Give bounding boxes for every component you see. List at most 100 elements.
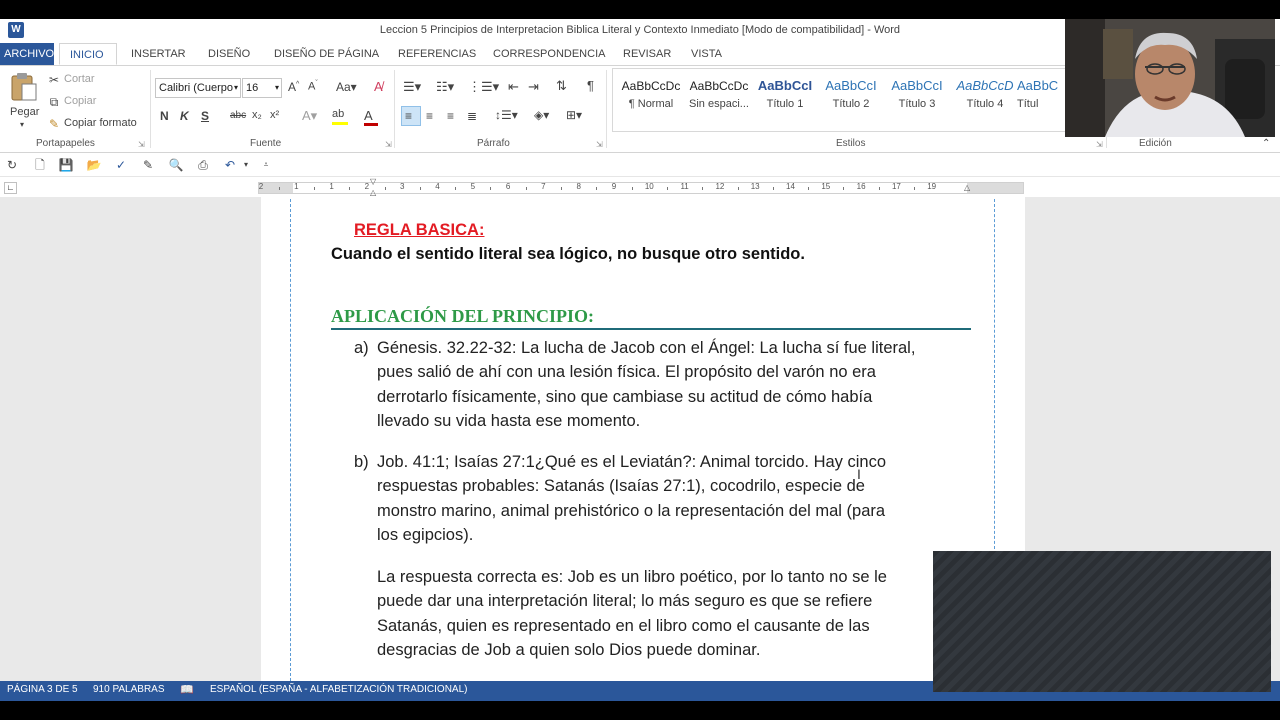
tab-diseno[interactable]: DISEÑO [208,43,250,65]
align-center-icon[interactable]: ≡ [426,109,433,123]
tab-archivo[interactable]: ARCHIVO [0,43,54,65]
webcam-overlay [1065,19,1275,137]
item-b-letter: b) [354,453,369,471]
undo-dropdown-icon[interactable]: ▾ [238,157,254,173]
chevron-down-icon: ▾ [274,83,279,92]
style-title[interactable]: AaBbC Títul [1017,74,1063,124]
decrease-indent-icon[interactable]: ⇤ [508,79,519,95]
tab-revisar[interactable]: REVISAR [623,43,671,65]
ruler-tick [914,187,916,190]
styles-launcher-icon[interactable]: ⇲ [1096,140,1103,149]
ruler-tick [525,187,527,190]
first-line-indent-icon[interactable]: ▽ [370,177,376,186]
numbering-icon[interactable]: ☷▾ [436,79,454,95]
tab-correspondencia[interactable]: CORRESPONDENCIA [493,43,605,65]
justify-icon[interactable]: ≣ [467,109,477,123]
style-heading-4[interactable]: AaBbCcD Título 4 [951,74,1019,124]
sort-icon[interactable]: ⇅ [556,78,567,94]
text-cursor-icon: I [857,466,861,482]
proofing-icon[interactable]: 📖 [180,683,194,696]
text-effects-icon[interactable]: A▾ [302,108,317,124]
text-line: derrotarlo físicamente, sino que cambias… [377,387,873,406]
shading-icon[interactable]: ◈▾ [534,108,549,122]
collapse-ribbon-icon[interactable]: ⌃ [1262,138,1270,149]
style-heading-2[interactable]: AaBbCcI Título 2 [817,74,885,124]
clear-format-icon[interactable]: A̸ [374,79,383,94]
clipboard-icon [11,73,37,101]
ruler-number: 11 [680,182,689,191]
text-line: desgracias de Job a quien solo Dios pued… [377,640,761,659]
refresh-icon[interactable]: ↻ [4,157,20,173]
style-no-spacing[interactable]: AaBbCcDc Sin espaci... [685,74,753,124]
ruler-tick [666,187,668,190]
ruler-number: 2 [258,182,264,191]
tab-selector-icon[interactable]: ∟ [4,182,17,194]
open-folder-icon[interactable]: 📂 [86,157,102,173]
multilevel-list-icon[interactable]: ⋮☰▾ [468,79,499,95]
show-marks-icon[interactable]: ¶ [587,78,594,93]
save-icon[interactable]: 💾 [58,157,74,173]
paste-button[interactable]: Pegar ▾ [6,72,42,132]
copy-button[interactable]: Copiar [64,95,96,107]
highlight-button[interactable]: ab [332,108,356,126]
right-indent-icon[interactable]: △ [964,183,970,192]
new-document-icon[interactable]: 🗋 [32,157,48,173]
ruler-tick [349,187,351,190]
superscript-button[interactable]: x² [270,109,279,121]
edit-icon[interactable]: ✎ [140,157,156,173]
tab-insertar[interactable]: INSERTAR [131,43,186,65]
strikethrough-button[interactable]: abc [230,110,246,121]
grow-font-icon[interactable]: A^ [288,80,299,94]
font-size-combo[interactable]: 16 ▾ [242,78,282,98]
language-indicator[interactable]: ESPAÑOL (ESPAÑA - ALFABETIZACIÓN TRADICI… [210,684,467,695]
horizontal-ruler[interactable]: 2 1 1 2 3 4 5 6 7 8 9 10 11 12 13 14 15 16 17 19 ▽ △ △ [258,177,1024,197]
align-right-icon[interactable]: ≡ [447,109,454,123]
borders-icon[interactable]: ⊞▾ [566,108,582,122]
tab-referencias[interactable]: REFERENCIAS [398,43,476,65]
ruler-tick [737,187,739,190]
customize-toolbar-icon[interactable]: ⩡ [258,157,274,173]
bold-button[interactable]: N [160,109,169,123]
rule-text[interactable]: Cuando el sentido literal sea lógico, no… [331,242,805,266]
aplicacion-heading[interactable]: APLICACIÓN DEL PRINCIPIO: [331,304,594,328]
line-spacing-icon[interactable]: ↕☰▾ [495,108,518,122]
ruler-tick [455,187,457,190]
shrink-font-icon[interactable]: Aˇ [308,80,318,93]
font-name-combo[interactable]: Calibri (Cuerpo ▾ [155,78,241,98]
subscript-button[interactable]: x₂ [252,109,262,121]
bullets-icon[interactable]: ☰▾ [403,79,421,95]
underline-button[interactable]: S [201,109,209,123]
style-sample: AaBbCcDc [621,79,681,93]
item-a-paragraph[interactable]: Génesis. 32.22-32: La lucha de Jacob con… [377,336,967,433]
font-color-button[interactable]: A [364,108,388,126]
style-sample: AaBbCcD [956,78,1014,93]
tab-inicio[interactable]: INICIO [59,43,117,65]
tab-diseno-pagina[interactable]: DISEÑO DE PÁGINA [274,43,379,65]
ruler-tick [808,187,810,190]
paste-label: Pegar [10,106,40,118]
align-left-button[interactable]: ≡ [401,106,421,126]
print-preview-icon[interactable]: 🔍 [168,157,184,173]
increase-indent-icon[interactable]: ⇥ [528,79,539,95]
page-indicator[interactable]: PÁGINA 3 DE 5 [7,684,78,695]
hanging-indent-icon[interactable]: △ [370,188,376,197]
clipboard-launcher-icon[interactable]: ⇲ [138,140,145,149]
undo-icon[interactable]: ↶ [222,157,238,173]
tab-vista[interactable]: VISTA [691,43,722,65]
style-heading-3[interactable]: AaBbCcI Título 3 [883,74,951,124]
regla-basica-heading[interactable]: REGLA BASICA: [354,218,484,242]
style-normal[interactable]: AaBbCcDc ¶ Normal [617,74,685,124]
paragraph-launcher-icon[interactable]: ⇲ [596,140,603,149]
print-icon[interactable]: ⎙ [195,157,211,173]
change-case-icon[interactable]: Aa▾ [336,80,357,94]
format-painter-button[interactable]: Copiar formato [64,117,137,129]
cut-button[interactable]: Cortar [64,73,95,85]
word-count[interactable]: 910 PALABRAS [93,684,165,695]
ruler-number: 16 [856,182,866,191]
answer-paragraph[interactable]: La respuesta correcta es: Job es un libr… [377,565,967,662]
spelling-icon[interactable]: ✓ [113,157,129,173]
style-heading-1[interactable]: AaBbCcI Título 1 [751,74,819,124]
item-b-paragraph[interactable]: Job. 41:1; Isaías 27:1¿Qué es el Leviatá… [377,450,967,547]
italic-button[interactable]: K [180,109,189,123]
font-launcher-icon[interactable]: ⇲ [385,140,392,149]
